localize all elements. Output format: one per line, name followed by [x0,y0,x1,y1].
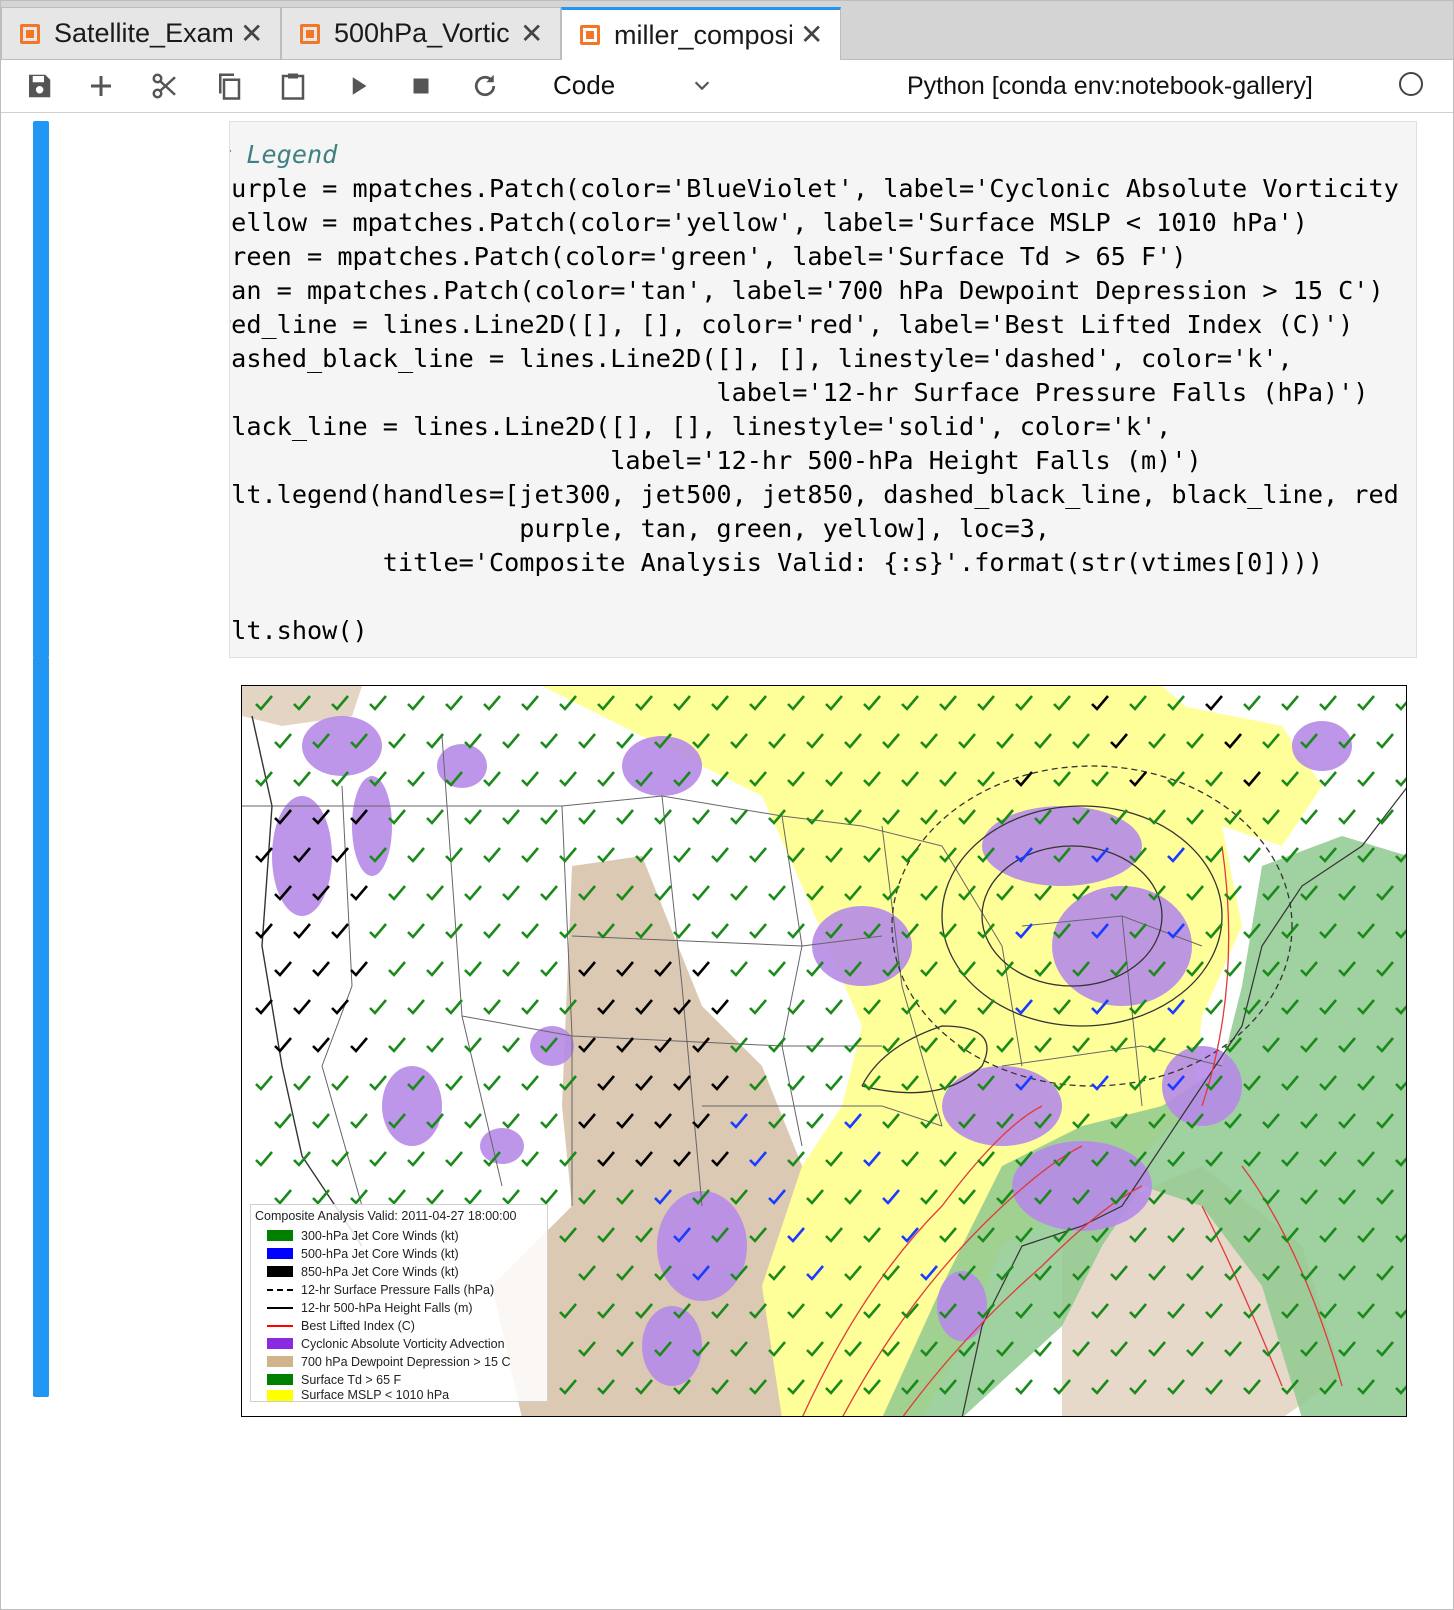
legend-swatch [267,1230,293,1241]
legend-swatch [267,1288,293,1291]
code-line: yellow = mpatches.Patch(color='yellow', … [229,208,1308,237]
run-button[interactable] [341,68,377,104]
cell-type-value: Code [553,70,616,100]
add-icon [91,76,111,96]
code-line: tan = mpatches.Patch(color='tan', label=… [229,276,1384,305]
stop-button[interactable] [403,68,439,104]
code-line: plt.show() [229,616,368,645]
notebook-toolbar: Code Python [conda env:notebook-gallery] [1,60,1453,113]
copy-icon [219,73,241,100]
legend-label: 850-hPa Jet Core Winds (kt) [301,1264,459,1279]
chevron-down-icon [694,81,710,91]
legend-item: Best Lifted Index (C) [267,1317,415,1334]
legend-swatch [267,1266,293,1277]
legend-label: Surface Td > 65 F [301,1372,402,1387]
legend-swatch [267,1324,293,1327]
legend-label: 500-hPa Jet Core Winds (kt) [301,1246,459,1261]
tab-miller-composite[interactable]: miller_composi ✕ [561,7,841,60]
legend-item: 700 hPa Dewpoint Depression > 15 C [267,1353,511,1370]
code-line: title='Composite Analysis Valid: {:s}'.f… [229,548,1323,577]
code-line: plt.legend(handles=[jet300, jet500, jet8… [229,480,1399,509]
legend-item: 850-hPa Jet Core Winds (kt) [267,1263,459,1280]
legend-swatch [267,1248,293,1259]
legend-item: 300-hPa Jet Core Winds (kt) [267,1227,459,1244]
close-icon[interactable]: ✕ [520,19,543,48]
legend-label: 12-hr 500-hPa Height Falls (m) [301,1300,473,1315]
cut-icon [152,73,176,99]
legend-item: 12-hr Surface Pressure Falls (hPa) [267,1281,494,1298]
code-cell-editor[interactable]: # Legend purple = mpatches.Patch(color='… [229,121,1417,658]
legend-swatch [267,1338,293,1349]
legend-label: 300-hPa Jet Core Winds (kt) [301,1228,459,1243]
legend-title: Composite Analysis Valid: 2011-04-27 18:… [255,1209,517,1223]
code-line: dashed_black_line = lines.Line2D([], [],… [229,344,1293,373]
stop-icon [413,78,429,94]
legend-label: Best Lifted Index (C) [301,1318,415,1333]
copy-button[interactable] [211,68,247,104]
legend-swatch [267,1374,293,1385]
code-line: label='12-hr 500-hPa Height Falls (m)') [229,446,1202,475]
save-button[interactable] [21,68,57,104]
paste-button[interactable] [275,68,311,104]
tab-satellite-example[interactable]: Satellite_Examp ✕ [1,7,281,59]
legend-item: Cyclonic Absolute Vorticity Advection [267,1335,505,1352]
notebook-icon [580,25,600,45]
code-line: black_line = lines.Line2D([], [], linest… [229,412,1172,441]
save-icon [29,74,51,98]
legend-label: 12-hr Surface Pressure Falls (hPa) [301,1282,495,1297]
cell-collapser[interactable] [33,121,49,658]
code-line: red_line = lines.Line2D([], [], color='r… [229,310,1354,339]
restart-button[interactable] [467,68,503,104]
notebook-window: Satellite_Examp ✕ 500hPa_Vortic ✕ miller… [0,0,1454,1610]
cut-button[interactable] [147,68,183,104]
run-icon [352,77,367,95]
code-line: purple = mpatches.Patch(color='BlueViole… [229,174,1399,203]
output-map-figure: Composite Analysis Valid: 2011-04-27 18:… [241,685,1407,1417]
tab-label: miller_composi [614,19,792,50]
code-text[interactable]: # Legend purple = mpatches.Patch(color='… [229,138,1399,648]
legend-item: Surface MSLP < 1010 hPa [267,1388,450,1402]
kernel-name[interactable]: Python [conda env:notebook-gallery] [907,72,1313,101]
code-line: label='12-hr Surface Pressure Falls (hPa… [229,378,1369,407]
restart-icon [474,74,496,97]
legend-label: 700 hPa Dewpoint Depression > 15 C [301,1354,511,1369]
close-icon[interactable]: ✕ [800,21,823,49]
tab-500hpa-vorticity[interactable]: 500hPa_Vortic ✕ [281,7,561,59]
legend-swatch [267,1306,293,1309]
code-line: green = mpatches.Patch(color='green', la… [229,242,1187,271]
notebook-icon [20,23,40,44]
legend-swatch [267,1389,293,1401]
tab-bar: Satellite_Examp ✕ 500hPa_Vortic ✕ miller… [1,1,1453,60]
map-legend: Composite Analysis Valid: 2011-04-27 18:… [250,1204,548,1402]
legend-item: 12-hr 500-hPa Height Falls (m) [267,1299,473,1316]
add-cell-button[interactable] [83,68,119,104]
tab-label: Satellite_Examp [54,18,232,48]
cell-type-select[interactable]: Code [553,70,713,102]
legend-item: Surface Td > 65 F [267,1371,401,1388]
tab-label: 500hPa_Vortic [334,18,510,48]
code-line: # Legend [230,140,338,169]
legend-label: Cyclonic Absolute Vorticity Advection [301,1336,505,1351]
notebook-icon [300,23,320,44]
legend-label: Surface MSLP < 1010 hPa [301,1388,450,1402]
kernel-status-icon [1399,72,1423,96]
notebook-panel[interactable]: # Legend purple = mpatches.Patch(color='… [1,113,1453,1609]
code-line: purple, tan, green, yellow], loc=3, [229,514,1051,543]
close-icon[interactable]: ✕ [240,19,263,48]
legend-swatch [267,1356,293,1367]
paste-icon [281,73,305,100]
output-collapser[interactable] [33,657,49,1397]
legend-item: 500-hPa Jet Core Winds (kt) [267,1245,459,1262]
